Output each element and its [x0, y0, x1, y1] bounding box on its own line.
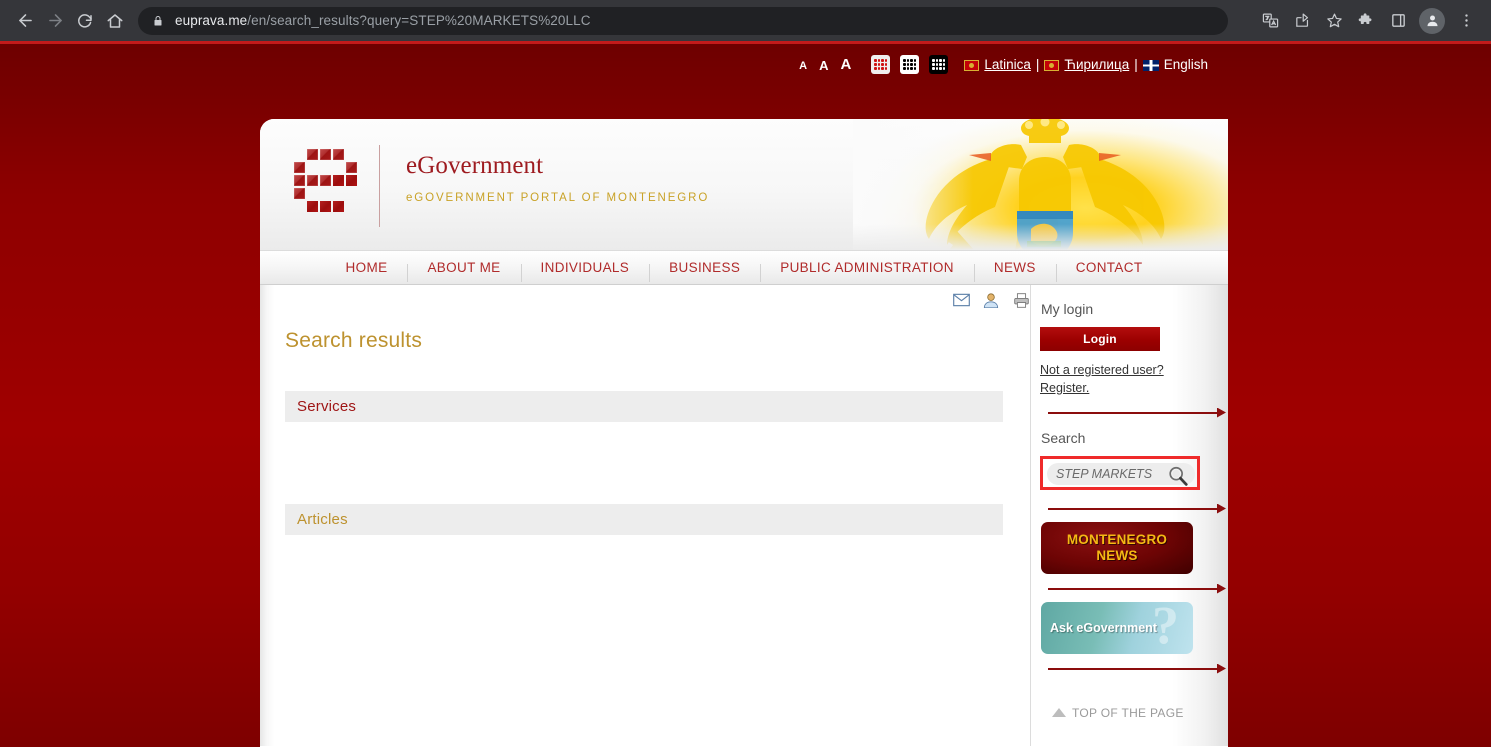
search-input[interactable] — [1056, 466, 1156, 481]
page-title: Search results — [285, 329, 423, 352]
login-button[interactable]: Login — [1040, 327, 1160, 351]
sidebar-divider-4 — [1048, 667, 1218, 670]
site-container: eGovernment eGOVERNMENT PORTAL OF MONTEN… — [260, 119, 1228, 747]
brand-divider — [379, 145, 380, 227]
site-body: Search results Services Articles My logi… — [260, 285, 1228, 746]
brand-block[interactable]: eGovernment eGOVERNMENT PORTAL OF MONTEN… — [294, 145, 709, 227]
section-label-services: Services — [297, 398, 357, 415]
font-size-controls: A A A — [799, 57, 851, 72]
magnifier-icon[interactable] — [1165, 464, 1191, 488]
contrast-black-on-white-icon[interactable] — [900, 54, 920, 74]
browser-toolbar: euprava.me/en/search_results?query=STEP%… — [0, 0, 1491, 41]
nav-item-individuals[interactable]: INDIVIDUALS — [521, 260, 650, 275]
sidebar-divider-1 — [1048, 411, 1218, 414]
top-of-page-label: TOP OF THE PAGE — [1072, 705, 1184, 720]
main-navigation: HOME ABOUT ME INDIVIDUALS BUSINESS PUBLI… — [260, 250, 1228, 285]
language-link-cyrillic[interactable]: Ћирилица — [1064, 57, 1129, 72]
ask-banner-text: Ask eGovernment — [1050, 620, 1157, 635]
share-icon[interactable] — [1287, 6, 1317, 36]
sidebar-login-section: My login Login Not a registered user? Re… — [1030, 301, 1228, 414]
section-header-services: Services — [285, 391, 1003, 422]
nav-item-business[interactable]: BUSINESS — [649, 260, 760, 275]
language-separator-1: | — [1035, 56, 1040, 72]
contrast-white-on-black-icon[interactable] — [929, 54, 949, 74]
url-host: euprava.me — [175, 13, 248, 28]
egovernment-pixel-logo — [294, 149, 357, 212]
home-icon[interactable] — [100, 6, 130, 36]
url-path: /en/search_results?query=STEP%20MARKETS%… — [247, 13, 591, 28]
language-separator-2: | — [1134, 56, 1138, 72]
ask-egovernment-banner[interactable]: ? Ask eGovernment — [1041, 601, 1193, 654]
font-size-medium[interactable]: A — [819, 59, 828, 72]
news-banner-line2: NEWS — [1096, 547, 1138, 563]
nav-item-home[interactable]: HOME — [326, 260, 408, 275]
back-arrow-icon[interactable] — [10, 6, 40, 36]
up-triangle-icon — [1052, 708, 1066, 717]
my-login-heading: My login — [1041, 301, 1094, 317]
news-banner-line1: MONTENEGRO — [1066, 531, 1168, 547]
section-header-articles: Articles — [285, 504, 1003, 535]
search-highlight-box — [1040, 455, 1200, 490]
not-registered-link[interactable]: Not a registered user? — [1040, 362, 1218, 380]
search-heading: Search — [1041, 429, 1086, 446]
sidebar-divider-2 — [1048, 507, 1218, 510]
main-content: Search results Services Articles — [260, 285, 1030, 746]
top-of-the-page-link[interactable]: TOP OF THE PAGE — [1052, 706, 1218, 720]
montenegro-flag-icon-2 — [1044, 59, 1060, 71]
sidebar-divider-3 — [1048, 587, 1218, 590]
font-size-large[interactable]: A — [841, 57, 852, 72]
nav-item-public-administration[interactable]: PUBLIC ADMINISTRATION — [760, 260, 974, 275]
sidebar-ask-banner-section: ? Ask eGovernment — [1030, 601, 1228, 670]
register-links: Not a registered user? Register. — [1040, 362, 1218, 398]
sidebar-news-banner-section: MONTENEGRO NEWS — [1030, 521, 1228, 590]
nav-item-news[interactable]: NEWS — [974, 260, 1056, 275]
sidebar: My login Login Not a registered user? Re… — [1030, 285, 1228, 746]
contrast-red-on-white-icon[interactable] — [871, 54, 891, 74]
register-link[interactable]: Register. — [1040, 380, 1218, 398]
nav-item-about-me[interactable]: ABOUT ME — [407, 260, 520, 275]
site-header: eGovernment eGOVERNMENT PORTAL OF MONTEN… — [260, 119, 1228, 250]
montenegro-flag-icon — [964, 59, 980, 71]
side-panel-icon[interactable] — [1383, 6, 1413, 36]
section-label-articles: Articles — [297, 511, 348, 528]
nav-item-contact[interactable]: CONTACT — [1056, 260, 1163, 275]
uk-flag-icon — [1142, 59, 1159, 71]
chrome-menu-icon[interactable] — [1451, 6, 1481, 36]
page-utility-icons — [953, 293, 1030, 309]
brand-title: eGovernment — [406, 152, 544, 179]
sidebar-top-of-page-section: TOP OF THE PAGE — [1030, 706, 1228, 720]
montenegro-coat-of-arms — [853, 119, 1228, 250]
language-link-english[interactable]: English — [1164, 57, 1208, 72]
language-link-latinica[interactable]: Latinica — [984, 57, 1031, 72]
print-icon[interactable] — [1013, 293, 1030, 308]
browser-action-icons — [1255, 6, 1481, 36]
address-bar[interactable]: euprava.me/en/search_results?query=STEP%… — [138, 6, 1228, 35]
reload-icon[interactable] — [70, 6, 100, 36]
search-box[interactable] — [1047, 462, 1195, 488]
montenegro-news-banner[interactable]: MONTENEGRO NEWS — [1041, 521, 1193, 574]
url-text: euprava.me/en/search_results?query=STEP%… — [175, 13, 591, 28]
font-size-small[interactable]: A — [799, 60, 807, 72]
sidebar-search-section: Search — [1030, 430, 1228, 510]
translate-icon[interactable] — [1255, 6, 1285, 36]
email-icon[interactable] — [953, 293, 970, 308]
accessibility-language-bar: A A A Latinica | Ћирилица | English — [0, 51, 1491, 77]
brand-subtitle: eGOVERNMENT PORTAL OF MONTENEGRO — [406, 192, 710, 204]
language-switcher: Latinica | Ћирилица | English — [964, 57, 1208, 72]
forward-arrow-icon[interactable] — [40, 6, 70, 36]
page-background: A A A Latinica | Ћирилица | English eGov… — [0, 41, 1491, 747]
contrast-controls — [871, 54, 949, 74]
extensions-puzzle-icon[interactable] — [1351, 6, 1381, 36]
profile-avatar-icon[interactable] — [1419, 7, 1445, 34]
user-icon[interactable] — [983, 293, 1000, 309]
lock-icon — [152, 14, 164, 28]
bookmark-star-icon[interactable] — [1319, 6, 1349, 36]
